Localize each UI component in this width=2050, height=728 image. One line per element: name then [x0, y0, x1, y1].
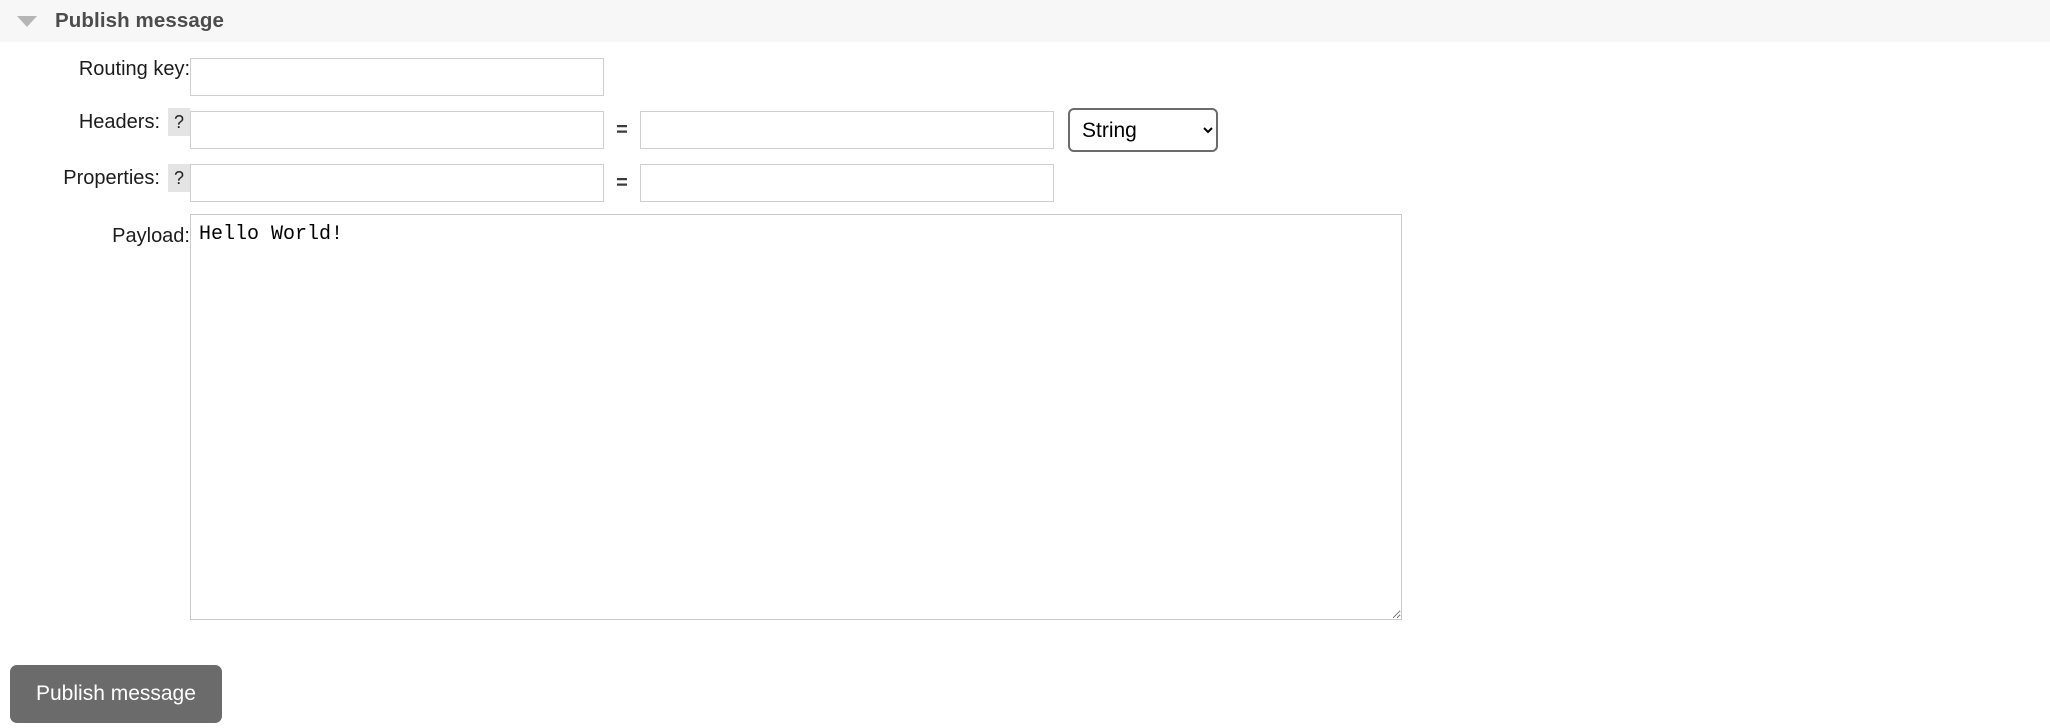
section-collapse-toggle[interactable]: [17, 15, 43, 27]
header-type-select[interactable]: String: [1068, 108, 1218, 152]
properties-row: Properties: ? =: [0, 164, 2050, 202]
caret-down-icon: [17, 15, 37, 27]
routing-key-label: Routing key:: [78, 58, 190, 80]
payload-label: Payload:: [112, 224, 190, 247]
routing-key-fields: [190, 58, 604, 96]
headers-label: Headers:: [78, 110, 160, 133]
headers-equals-sign: =: [616, 118, 628, 141]
payload-textarea[interactable]: Hello World!: [190, 214, 1402, 620]
publish-message-button[interactable]: Publish message: [10, 665, 222, 723]
header-value-input[interactable]: [640, 111, 1054, 149]
headers-label-cell: Headers: ?: [0, 108, 190, 136]
header-key-input[interactable]: [190, 111, 604, 149]
routing-key-input[interactable]: [190, 58, 604, 96]
page-title: Publish message: [55, 9, 224, 32]
headers-row: Headers: ? = String: [0, 108, 2050, 152]
payload-fields: Hello World!: [190, 214, 1402, 620]
properties-fields: =: [190, 164, 1054, 202]
properties-equals-sign: =: [616, 171, 628, 194]
headers-fields: = String: [190, 108, 1218, 152]
properties-label: Properties:: [63, 166, 160, 189]
properties-help-icon[interactable]: ?: [168, 164, 190, 192]
publish-message-section-header: Publish message: [0, 0, 2050, 42]
publish-actions: Publish message: [10, 665, 222, 723]
payload-row: Payload: Hello World!: [0, 214, 2050, 620]
payload-label-cell: Payload:: [0, 214, 190, 258]
routing-key-label-cell: Routing key:: [0, 58, 190, 81]
property-key-input[interactable]: [190, 164, 604, 202]
properties-label-cell: Properties: ?: [0, 164, 190, 192]
property-value-input[interactable]: [640, 164, 1054, 202]
headers-help-icon[interactable]: ?: [168, 108, 190, 136]
routing-key-row: Routing key:: [0, 58, 2050, 96]
publish-message-form: Routing key: Headers: ? = String Propert…: [0, 42, 2050, 620]
